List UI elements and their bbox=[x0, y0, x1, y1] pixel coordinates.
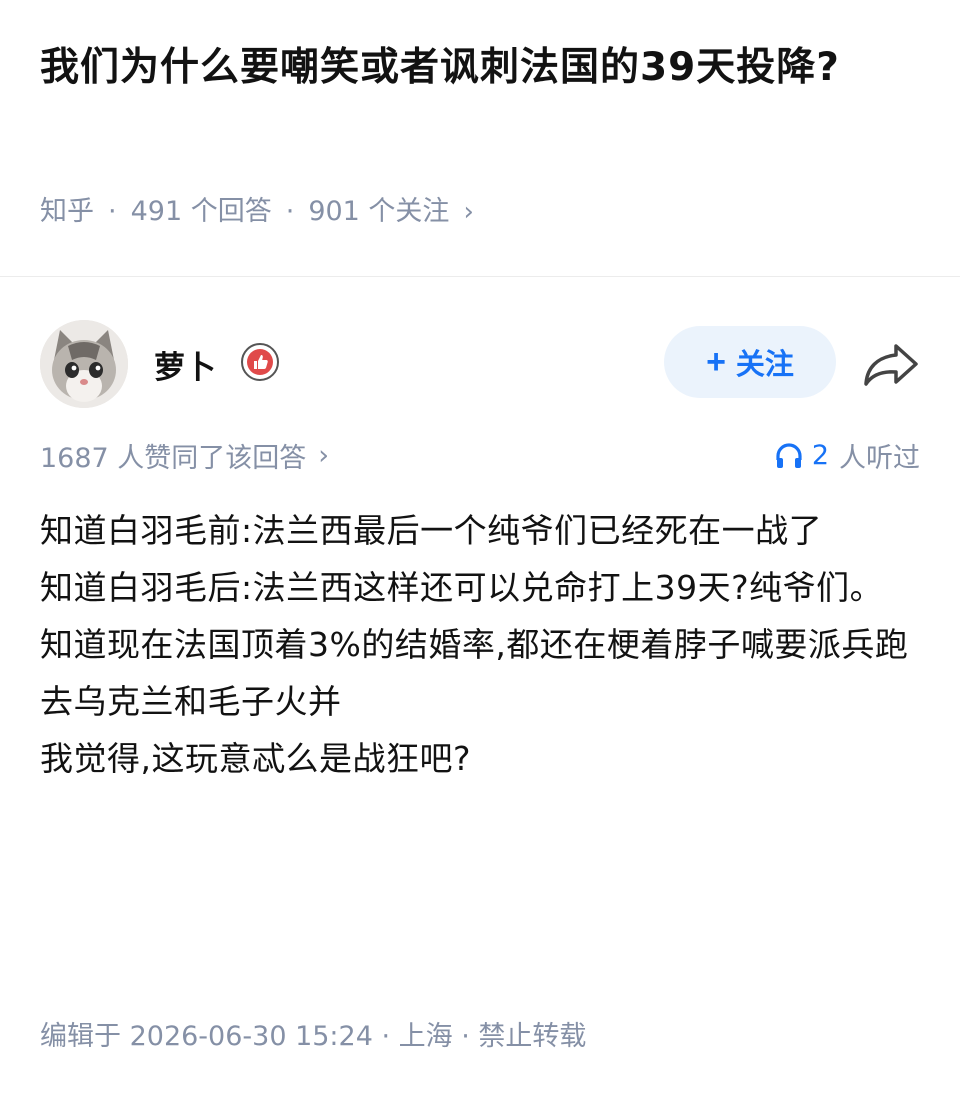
follow-label: 关注 bbox=[735, 349, 794, 381]
source-label: 知乎 bbox=[40, 196, 94, 227]
cat-avatar-icon bbox=[40, 320, 128, 408]
meta-separator: · bbox=[108, 196, 117, 227]
content-paragraph: 知道白羽毛后:法兰西这样还可以兑命打上39天?纯爷们。 bbox=[40, 568, 884, 607]
content-paragraph: 我觉得,这玩意忒么是战狂吧? bbox=[40, 739, 472, 778]
author-row: 萝卜 + 关注 bbox=[40, 318, 920, 410]
question-meta: 知乎 · 491 个回答 · 901 个关注 › bbox=[40, 192, 474, 232]
listened-info[interactable]: 2 人听过 bbox=[774, 436, 920, 475]
chevron-right-icon: › bbox=[318, 440, 330, 471]
chevron-right-icon[interactable]: › bbox=[463, 192, 473, 232]
headphone-icon bbox=[776, 442, 802, 468]
likes-text: 1687 人赞同了该回答 bbox=[40, 443, 307, 474]
plus-icon: + bbox=[706, 342, 726, 381]
author-name[interactable]: 萝卜 bbox=[154, 342, 216, 387]
section-divider bbox=[0, 276, 960, 277]
question-title[interactable]: 我们为什么要嘲笑或者讽刺法国的39天投降? bbox=[40, 34, 900, 102]
badge-icon bbox=[241, 343, 279, 381]
edit-info: 编辑于 2026-06-30 15:24 · 上海 · 禁止转载 bbox=[40, 1021, 587, 1052]
avatar[interactable] bbox=[40, 320, 128, 408]
likes-link[interactable]: 1687 人赞同了该回答 › bbox=[40, 436, 329, 475]
content-paragraph: 知道白羽毛前:法兰西最后一个纯爷们已经死在一战了 bbox=[40, 511, 823, 550]
answers-count[interactable]: 491 个回答 bbox=[131, 192, 272, 232]
listened-count: 2 bbox=[811, 440, 829, 471]
follow-button[interactable]: + 关注 bbox=[664, 326, 836, 398]
meta-separator: · bbox=[285, 196, 295, 227]
question-header: 我们为什么要嘲笑或者讽刺法国的39天投降? 知乎 · 491 个回答 · 901… bbox=[0, 0, 960, 276]
listened-label: 人听过 bbox=[839, 443, 920, 474]
followers-count[interactable]: 901 个关注 bbox=[308, 192, 449, 232]
answer-stats: 1687 人赞同了该回答 › 2 人听过 bbox=[40, 436, 920, 476]
content-paragraph: 知道现在法国顶着3%的结婚率,都还在梗着脖子喊要派兵跑去乌克兰和毛子火并 bbox=[40, 625, 909, 721]
answer-content[interactable]: 知道白羽毛前:法兰西最后一个纯爷们已经死在一战了 知道白羽毛后:法兰西这样还可以… bbox=[40, 502, 930, 787]
share-icon[interactable] bbox=[862, 340, 920, 388]
